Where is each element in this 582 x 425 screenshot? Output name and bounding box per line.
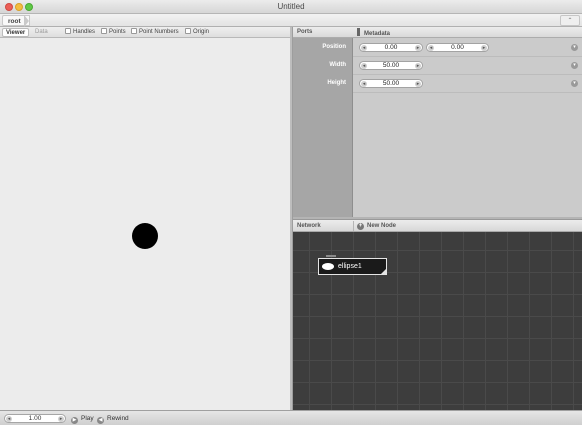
position-x-field[interactable]: ◂ 0.00 ▸ (359, 43, 423, 52)
point-numbers-label: Point Numbers (139, 29, 179, 35)
header-divider (353, 221, 354, 231)
ellipse-node[interactable]: ellipse1 (318, 258, 387, 275)
height-value: 50.00 (382, 80, 400, 87)
ellipse-shape[interactable] (132, 223, 158, 249)
plus-icon: + (357, 223, 364, 230)
tab-ports[interactable]: Ports (297, 28, 312, 37)
decrement-icon[interactable]: ◂ (361, 63, 367, 69)
decrement-icon[interactable]: ◂ (361, 45, 367, 51)
new-node-button[interactable]: + New Node (357, 222, 396, 230)
increment-icon[interactable]: ▸ (415, 45, 421, 51)
decrement-icon[interactable]: ◂ (428, 45, 434, 51)
width-label: Width (329, 62, 346, 68)
height-menu-icon[interactable]: ▾ (571, 80, 578, 87)
window-title: Untitled (277, 2, 305, 11)
play-button[interactable]: ▶ Play (71, 414, 94, 424)
increment-icon[interactable]: ▸ (415, 81, 421, 87)
points-label: Points (109, 29, 126, 35)
row-divider (353, 92, 582, 93)
decrement-icon[interactable]: ◂ (361, 81, 367, 87)
points-checkbox[interactable]: Points (101, 28, 126, 37)
grip-icon (357, 28, 360, 36)
rewind-label: Rewind (107, 415, 129, 422)
node-label: ellipse1 (338, 263, 362, 270)
new-node-label: New Node (367, 223, 397, 229)
ports-pane: Ports Metadata Position Width Height ◂ 0… (293, 27, 582, 217)
width-field[interactable]: ◂ 50.00 ▸ (359, 61, 423, 70)
frame-field[interactable]: ◂ 1.00 ▸ (4, 414, 66, 423)
handles-checkbox[interactable]: Handles (65, 28, 95, 37)
viewer-canvas[interactable] (0, 38, 290, 410)
checkbox-icon (131, 28, 137, 34)
increment-icon[interactable]: ▸ (58, 416, 64, 422)
port-labels-column: Position Width Height (293, 38, 353, 217)
network-header: Network + New Node (293, 220, 582, 232)
position-y-field[interactable]: ◂ 0.00 ▸ (426, 43, 489, 52)
network-title: Network (297, 223, 321, 229)
handles-label: Handles (73, 29, 96, 35)
increment-icon[interactable]: ▸ (481, 45, 487, 51)
viewer-pane: Viewer Data Handles Points Point Numbers… (0, 27, 290, 410)
origin-label: Origin (193, 29, 210, 35)
ellipse-icon (322, 263, 334, 270)
position-menu-icon[interactable]: ▾ (571, 44, 578, 51)
title-bar: Untitled (0, 0, 582, 14)
checkbox-icon (101, 28, 107, 34)
decrement-icon[interactable]: ◂ (6, 416, 12, 422)
node-input-port[interactable] (326, 255, 336, 257)
metadata-label: Metadata (364, 31, 391, 37)
position-label: Position (322, 44, 346, 50)
row-divider (353, 74, 582, 75)
node-output-port[interactable] (380, 268, 387, 275)
checkbox-icon (185, 28, 191, 34)
point-numbers-checkbox[interactable]: Point Numbers (131, 28, 179, 37)
height-field[interactable]: ◂ 50.00 ▸ (359, 79, 423, 88)
row-divider (353, 56, 582, 57)
play-icon: ▶ (71, 417, 78, 424)
width-menu-icon[interactable]: ▾ (571, 62, 578, 69)
rewind-icon: ◀ (97, 417, 104, 424)
checkbox-icon (65, 28, 71, 34)
breadcrumb: root ⌃ (0, 14, 582, 27)
height-label: Height (327, 80, 346, 86)
position-x-value: 0.00 (384, 44, 398, 51)
ports-header: Ports Metadata (293, 27, 582, 38)
play-label: Play (81, 415, 94, 422)
rewind-button[interactable]: ◀ Rewind (97, 414, 129, 424)
width-value: 50.00 (382, 62, 400, 69)
tab-viewer[interactable]: Viewer (2, 28, 30, 37)
playback-bar: ◂ 1.00 ▸ ▶ Play ◀ Rewind (0, 410, 582, 425)
breadcrumb-arrow-icon (24, 15, 29, 27)
network-canvas[interactable]: ellipse1 (293, 232, 582, 410)
origin-checkbox[interactable]: Origin (185, 28, 209, 37)
viewer-toolbar: Viewer Data Handles Points Point Numbers… (0, 27, 290, 38)
tab-data[interactable]: Data (32, 28, 51, 37)
network-pane: Network + New Node ellipse1 (293, 220, 582, 410)
increment-icon[interactable]: ▸ (415, 63, 421, 69)
frame-value: 1.00 (28, 415, 42, 422)
address-bar-action-button[interactable]: ⌃ (560, 15, 580, 26)
port-values-column: ◂ 0.00 ▸ ◂ 0.00 ▸ ▾ ◂ 50.00 ▸ ▾ ◂ 50.00 … (353, 38, 582, 217)
position-y-value: 0.00 (451, 44, 464, 51)
